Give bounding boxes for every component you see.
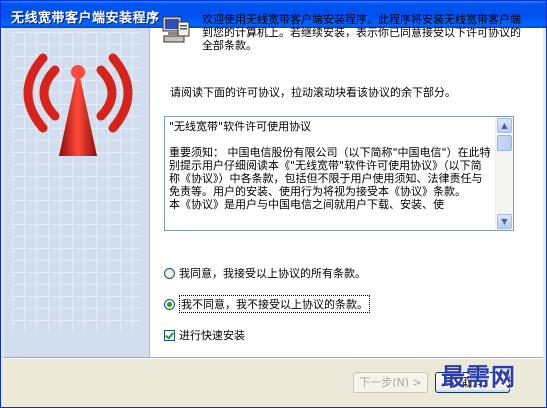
setup-computer-icon xyxy=(162,16,190,43)
disagree-label: 我不同意，我不接受以上协议的条款。 xyxy=(179,295,370,313)
license-scrollbar[interactable]: ▲ ▼ xyxy=(495,117,513,230)
scroll-down-button[interactable]: ▼ xyxy=(497,214,512,229)
license-textbox[interactable]: "无线宽带"软件许可使用协议 重要须知： 中国电信股份有限公司（以下简称"中国电… xyxy=(164,116,514,231)
wireless-antenna-icon xyxy=(23,53,133,156)
quick-install-label: 进行快速安装 xyxy=(179,329,245,342)
left-banner-panel xyxy=(4,28,150,357)
window-title: 无线宽带客户端安装程序 xyxy=(11,11,160,26)
watermark: 最需网 xyxy=(441,362,516,391)
disagree-option[interactable]: 我不同意，我不接受以上协议的条款。 xyxy=(164,295,370,313)
quick-install-option[interactable]: 进行快速安装 xyxy=(164,327,245,343)
agree-option[interactable]: 我同意，我接受以上协议的所有条款。 xyxy=(164,265,366,281)
scroll-up-button[interactable]: ▲ xyxy=(497,118,512,133)
next-button[interactable]: 下一步(N) > xyxy=(353,372,428,393)
disagree-radio[interactable] xyxy=(164,298,175,310)
quick-install-checkbox[interactable] xyxy=(164,329,175,341)
scroll-thumb[interactable] xyxy=(497,135,512,151)
license-instruction: 请阅读下面的许可协议，拉动滚动块看该协议的余下部分。 xyxy=(170,86,456,99)
agree-label: 我同意，我接受以上协议的所有条款。 xyxy=(179,267,366,280)
agree-radio[interactable] xyxy=(164,267,175,279)
installer-window: 无线宽带客户端安装程序 欢迎使用无线宽带客户端安装程序。此程序将安装无线宽带客户… xyxy=(0,0,547,408)
license-text: "无线宽带"软件许可使用协议 重要须知： 中国电信股份有限公司（以下简称"中国电… xyxy=(169,120,491,211)
welcome-message: 欢迎使用无线宽带客户端安装程序。此程序将安装无线宽带客户端到您的计算机上。若继续… xyxy=(202,13,521,52)
